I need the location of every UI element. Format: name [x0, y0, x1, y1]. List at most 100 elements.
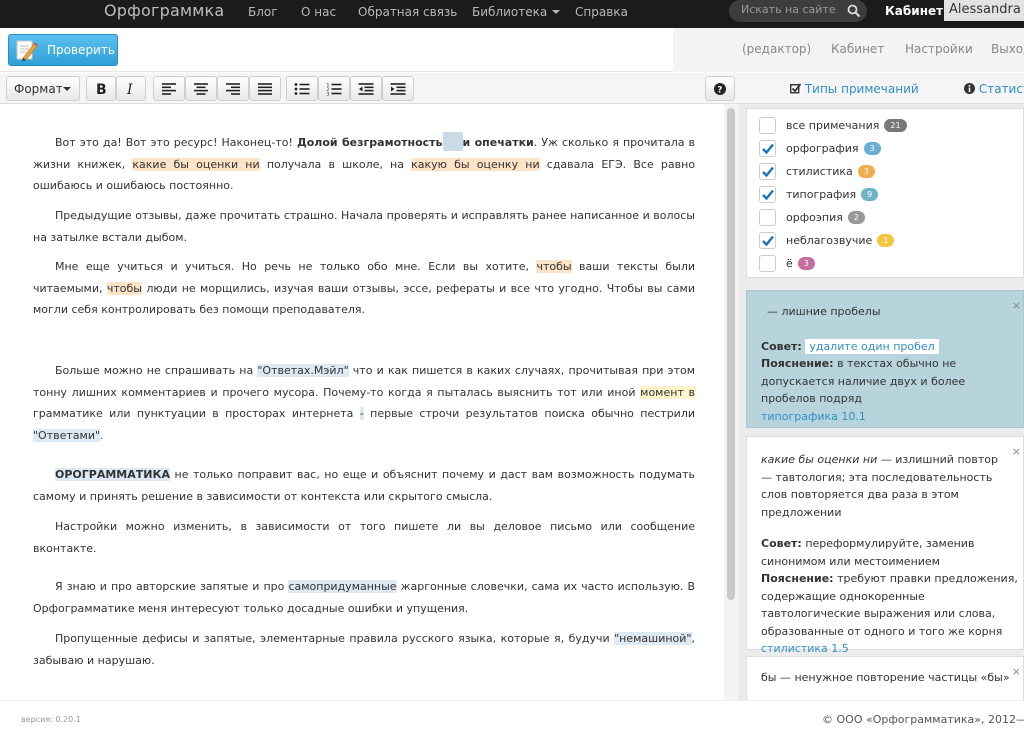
- filter-label: неблагозвучие 1: [786, 234, 895, 247]
- help-button[interactable]: ?: [705, 76, 735, 101]
- count-badge: 3: [797, 257, 815, 270]
- format-dropdown-label: Формат: [14, 82, 63, 96]
- filter-label: стилистика 3: [786, 165, 875, 178]
- repeat-highlight[interactable]: какую бы оценку ни: [411, 157, 540, 171]
- note-card-particle[interactable]: × бы — ненужное повторение частицы «бы»: [746, 656, 1024, 704]
- text-editor[interactable]: Вот это да! Вот это ресурс! Наконец-то! …: [0, 104, 724, 700]
- filter-label: орфография 3: [786, 142, 881, 155]
- text-run: Пропущенные дефисы и запятые, элементарн…: [55, 632, 615, 645]
- filter-label-text: стилистика: [786, 165, 853, 178]
- suggestion-link[interactable]: удалите один пробел: [805, 338, 939, 354]
- filter-label: все примечания 21: [786, 119, 907, 132]
- italic-button[interactable]: I: [116, 76, 146, 101]
- note-phrase: какие бы оценки ни: [761, 453, 878, 466]
- editor-scrollbar[interactable]: [724, 104, 738, 700]
- spelling-highlight[interactable]: "немашиной": [614, 632, 692, 645]
- nav-link-help[interactable]: Справка: [575, 5, 628, 19]
- indent-button[interactable]: [382, 76, 414, 101]
- version-label: версия: 0.20.1: [21, 715, 81, 724]
- paragraph-1: Вот это да! Вот это ресурс! Наконец-то! …: [33, 132, 695, 197]
- filter-label-text: орфография: [786, 142, 859, 155]
- spelling-highlight[interactable]: самопридуманные: [288, 580, 397, 593]
- search-icon[interactable]: [847, 4, 861, 18]
- check-button[interactable]: Проверить: [8, 34, 118, 66]
- italic-icon: I: [126, 82, 133, 96]
- text-run: грамматике или пунктуации в просторах ин…: [33, 407, 360, 420]
- nav-link-about[interactable]: О нас: [301, 5, 336, 19]
- count-badge: 2: [847, 211, 865, 224]
- paragraph-4: Больше можно не спрашивать на "Ответах.М…: [33, 360, 695, 446]
- checkbox-icon: [789, 83, 802, 94]
- note-title: какие бы оценки ни — излишний повтор — т…: [761, 451, 1001, 521]
- note-type-filters: все примечания 21 орфография 3 стилистика 3…: [746, 108, 1024, 278]
- bold-button[interactable]: B: [86, 76, 116, 101]
- svg-text:I: I: [126, 82, 133, 96]
- text-run: Больше можно не спрашивать на: [55, 364, 258, 377]
- filter-checkbox[interactable]: [759, 163, 776, 180]
- filter-label: орфоэпия 2: [786, 211, 865, 224]
- filter-checkbox[interactable]: [759, 186, 776, 203]
- user-name[interactable]: Alessandra: [944, 0, 1024, 21]
- tab-settings[interactable]: Настройки: [905, 42, 973, 56]
- repeat-highlight[interactable]: чтобы: [106, 281, 142, 295]
- checkmark-icon: [762, 235, 774, 247]
- brand-logo[interactable]: Орфограммка: [104, 1, 224, 20]
- tab-cabinet[interactable]: Кабинет: [831, 42, 884, 56]
- filter-checkbox[interactable]: [759, 232, 776, 249]
- note-tip: Совет: переформулируйте, заменив синоним…: [761, 535, 981, 570]
- extra-space-marker[interactable]: [442, 132, 463, 151]
- footer: версия: 0.20.1 © ООО «Орфограмматика», 2…: [0, 700, 1024, 736]
- typography-highlight[interactable]: "Ответами": [33, 428, 101, 442]
- align-center-button[interactable]: [185, 76, 217, 101]
- nav-link-blog[interactable]: Блог: [248, 5, 278, 19]
- note-card-spaces[interactable]: × — лишние пробелы Совет: удалите один п…: [746, 290, 1024, 428]
- nav-link-library[interactable]: Библиотека: [472, 5, 561, 19]
- bullet-list-button[interactable]: [286, 76, 318, 101]
- close-icon[interactable]: ×: [1012, 663, 1021, 681]
- note-card-tautology[interactable]: × какие бы оценки ни — излишний повтор —…: [746, 436, 1024, 655]
- rule-link[interactable]: стилистика 1.5: [761, 642, 849, 655]
- numbered-list-button[interactable]: 123: [318, 76, 350, 101]
- tab-note-types[interactable]: Типы примечаний: [789, 82, 919, 96]
- rule-link[interactable]: типографика 10.1: [761, 408, 1023, 426]
- align-left-button[interactable]: [153, 76, 185, 101]
- tab-statistics-label: Статистика: [978, 82, 1024, 96]
- filter-checkbox[interactable]: [759, 209, 776, 226]
- svg-text:?: ?: [717, 85, 722, 95]
- filter-checkbox[interactable]: [759, 117, 776, 134]
- align-justify-button[interactable]: [249, 76, 281, 101]
- align-right-button[interactable]: [217, 76, 249, 101]
- close-icon[interactable]: ×: [1012, 443, 1021, 461]
- repeat-highlight[interactable]: какие бы оценки ни: [132, 157, 260, 171]
- svg-text:B: B: [96, 82, 107, 96]
- format-dropdown[interactable]: Формат: [6, 76, 80, 101]
- panel-tabs: Типы примечаний Статистика: [738, 73, 1024, 104]
- filter-label-text: неблагозвучие: [786, 234, 873, 247]
- spelling-highlight[interactable]: ОРОГРАММАТИКА: [55, 468, 170, 481]
- text-run-bold: Долой безграмотность: [296, 136, 443, 149]
- filter-label: ё3: [786, 257, 815, 270]
- nav-link-feedback[interactable]: Обратная связь: [358, 5, 457, 19]
- paragraph-8: Пропущенные дефисы и запятые, элементарн…: [33, 628, 695, 671]
- scrollbar-thumb[interactable]: [727, 108, 735, 600]
- search-input[interactable]: Искать на сайте: [729, 0, 867, 22]
- action-bar: Проверить (редактор) Кабинет Настройки В…: [0, 28, 1024, 72]
- filter-checkbox[interactable]: [759, 140, 776, 157]
- outdent-button[interactable]: [350, 76, 382, 101]
- tab-editor[interactable]: (редактор): [742, 42, 811, 56]
- close-icon[interactable]: ×: [1012, 297, 1021, 315]
- align-left-icon: [162, 82, 176, 95]
- checkmark-icon: [762, 166, 774, 178]
- align-justify-icon: [258, 82, 272, 95]
- cabinet-link[interactable]: Кабинет: [885, 4, 943, 18]
- repeat-highlight[interactable]: чтобы: [536, 260, 572, 273]
- filter-checkbox[interactable]: [759, 255, 776, 272]
- count-badge: 9: [861, 188, 879, 201]
- text-run: .: [100, 428, 104, 442]
- filter-label-text: все примечания: [786, 119, 880, 132]
- typography-highlight[interactable]: "Ответах.Мэйл": [257, 364, 349, 377]
- note-title: бы — ненужное повторение частицы «бы»: [761, 671, 1010, 684]
- tab-statistics[interactable]: Статистика: [964, 82, 1024, 96]
- tab-logout[interactable]: Выход: [991, 42, 1024, 56]
- euphony-highlight[interactable]: момент в: [640, 385, 695, 399]
